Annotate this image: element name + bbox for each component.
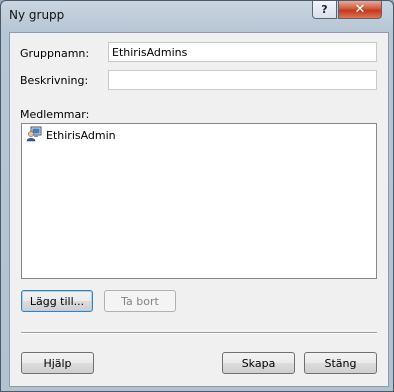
divider <box>21 332 377 334</box>
close-icon: ✕ <box>354 2 366 17</box>
title-help-button[interactable]: ? <box>312 1 337 19</box>
members-list[interactable]: EthirisAdmin <box>21 123 377 279</box>
description-input[interactable] <box>108 70 377 90</box>
window-title: Ny grupp <box>9 8 65 22</box>
group-name-label: Gruppnamn: <box>20 47 90 60</box>
dialog-window: Ny grupp ? ✕ Gruppnamn: Beskrivning: Med… <box>0 0 394 392</box>
add-button[interactable]: Lägg till... <box>21 290 93 312</box>
list-item[interactable]: EthirisAdmin <box>26 126 116 145</box>
question-icon: ? <box>321 3 328 16</box>
dialog-body: Gruppnamn: Beskrivning: Medlemmar: Ethir… <box>9 32 389 387</box>
close-button[interactable]: Stäng <box>304 352 377 374</box>
description-label: Beskrivning: <box>20 74 89 87</box>
members-label: Medlemmar: <box>20 108 90 121</box>
title-close-button[interactable]: ✕ <box>338 1 382 19</box>
group-name-input[interactable] <box>108 42 377 62</box>
remove-button[interactable]: Ta bort <box>104 290 176 312</box>
member-name: EthirisAdmin <box>46 128 116 142</box>
title-bar[interactable]: Ny grupp ? ✕ <box>1 1 393 31</box>
create-button[interactable]: Skapa <box>222 352 295 374</box>
help-button[interactable]: Hjälp <box>21 352 94 374</box>
user-icon <box>26 126 42 145</box>
